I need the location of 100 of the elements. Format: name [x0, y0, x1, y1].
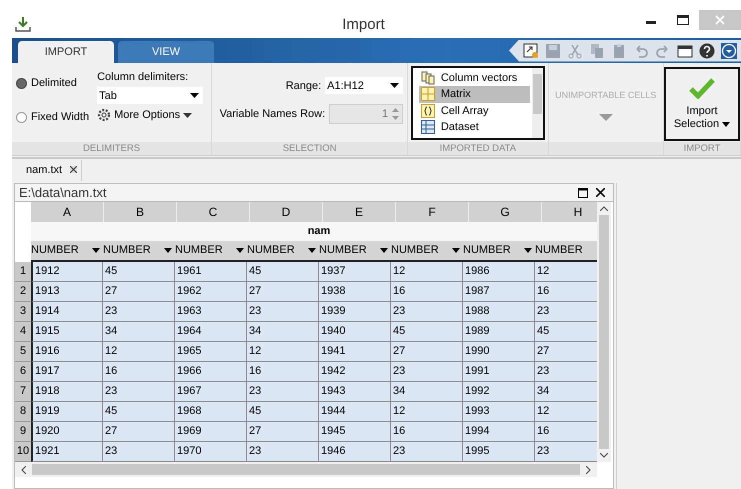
table-cell: 45: [103, 402, 175, 422]
help-icon[interactable]: [699, 42, 715, 58]
table-cell: 1920: [31, 422, 103, 442]
column-type-dropdown[interactable]: NUMBER: [535, 241, 597, 262]
document-tab[interactable]: nam.txt: [20, 160, 82, 181]
table-cell: 1965: [175, 342, 247, 362]
column-type-dropdown[interactable]: NUMBER: [247, 241, 319, 262]
list-scrollbar[interactable]: [532, 68, 543, 138]
table-cell: 45: [247, 262, 319, 282]
windows-icon[interactable]: [677, 42, 693, 58]
vertical-scrollbar[interactable]: [597, 202, 611, 462]
horizontal-scrollbar[interactable]: [15, 462, 597, 477]
column-letter[interactable]: G: [469, 202, 542, 222]
table-cell: 1991: [463, 362, 535, 382]
table-cell: 23: [535, 442, 597, 462]
caret-icon: [390, 83, 400, 88]
caret-icon: [190, 93, 200, 98]
output-type-item[interactable]: Matrix: [418, 86, 530, 102]
close-icon[interactable]: [596, 188, 605, 197]
row-number: 2: [15, 282, 31, 302]
row-number: 5: [15, 342, 31, 362]
checkmark-icon: [689, 76, 715, 98]
column-letter[interactable]: B: [104, 202, 177, 222]
column-letter[interactable]: F: [396, 202, 469, 222]
table-icon: [420, 120, 435, 134]
matrix-icon: [420, 87, 435, 102]
ribbon-tab[interactable]: IMPORT: [18, 41, 114, 63]
unimportable-cells-label: UNIMPORTABLE CELLS: [555, 90, 656, 100]
table-cell: 45: [247, 402, 319, 422]
table-cell: 1995: [463, 442, 535, 462]
table-cell: 23: [103, 382, 175, 402]
more-options-button[interactable]: More Options: [97, 108, 204, 122]
caret-icon: [524, 248, 532, 253]
table-cell: 12: [535, 402, 597, 422]
expand-icon[interactable]: [721, 42, 737, 58]
row-number: 3: [15, 302, 31, 322]
table-cell: 1941: [319, 342, 391, 362]
table-cell: 1945: [319, 422, 391, 442]
variable-name[interactable]: nam: [31, 222, 597, 241]
table-cell: 45: [391, 322, 463, 342]
column-type-dropdown[interactable]: NUMBER: [463, 241, 535, 262]
column-delimiters-label: Column delimiters:: [97, 71, 190, 83]
table-cell: 16: [535, 422, 597, 442]
table-cell: 1987: [463, 282, 535, 302]
column-delimiters-dropdown[interactable]: Tab: [97, 87, 204, 104]
table-cell: 12: [103, 342, 175, 362]
maximize-icon: [677, 15, 689, 25]
maximize-icon[interactable]: [578, 188, 588, 198]
column-type-dropdown[interactable]: NUMBER: [175, 241, 247, 262]
import-selection-button[interactable]: Import Selection: [664, 66, 740, 140]
table-cell: 23: [391, 442, 463, 462]
table-cell: 27: [391, 342, 463, 362]
column-letter[interactable]: D: [250, 202, 323, 222]
panel-title: E:\data\nam.txt: [19, 185, 108, 200]
range-dropdown[interactable]: A1:H12: [325, 77, 404, 94]
output-type-item[interactable]: Dataset: [418, 119, 530, 136]
row-number: 6: [15, 362, 31, 382]
table-cell: 16: [391, 282, 463, 302]
output-type-item[interactable]: Cell Array: [418, 102, 530, 119]
close-icon[interactable]: [70, 166, 78, 173]
ribbon-tab[interactable]: VIEW: [118, 41, 214, 63]
column-type-dropdown[interactable]: NUMBER: [103, 241, 175, 262]
column-letter[interactable]: H: [542, 202, 597, 222]
table-cell: 1963: [175, 302, 247, 322]
range-label: Range:: [286, 80, 322, 92]
column-letter[interactable]: C: [177, 202, 250, 222]
column-type-dropdown[interactable]: NUMBER: [319, 241, 391, 262]
output-type-item[interactable]: Column vectors: [418, 70, 530, 86]
table-cell: 1986: [463, 262, 535, 282]
table-cell: 1919: [31, 402, 103, 422]
download-icon: [14, 15, 32, 33]
variable-names-row-spinner[interactable]: 1: [329, 104, 404, 124]
table-cell: 12: [391, 262, 463, 282]
window-title: Import: [341, 16, 386, 32]
column-letter[interactable]: A: [31, 202, 104, 222]
table-cell: 1915: [31, 322, 103, 342]
table-cell: 1989: [463, 322, 535, 342]
table-cell: 34: [535, 382, 597, 402]
table-cell: 1964: [175, 322, 247, 342]
group-label: SELECTION: [212, 142, 408, 155]
new-window-icon[interactable]: [523, 42, 539, 58]
table-cell: 27: [247, 282, 319, 302]
table-cell: 23: [103, 302, 175, 322]
table-cell: 1913: [31, 282, 103, 302]
table-cell: 1939: [319, 302, 391, 322]
table-cell: 16: [103, 362, 175, 382]
column-type-dropdown[interactable]: NUMBER: [391, 241, 463, 262]
table-cell: 1916: [31, 342, 103, 362]
table-cell: 1969: [175, 422, 247, 442]
table-cell: 34: [247, 322, 319, 342]
table-cell: 23: [391, 362, 463, 382]
row-number: 9: [15, 422, 31, 442]
radio-option[interactable]: Delimited: [16, 77, 90, 89]
table-cell: 1970: [175, 442, 247, 462]
column-letter[interactable]: E: [323, 202, 396, 222]
table-cell: 1914: [31, 302, 103, 322]
column-type-dropdown[interactable]: NUMBER: [31, 241, 103, 262]
caret-icon: [164, 248, 172, 253]
radio-option[interactable]: Fixed Width: [16, 111, 90, 123]
table-cell: 34: [391, 382, 463, 402]
